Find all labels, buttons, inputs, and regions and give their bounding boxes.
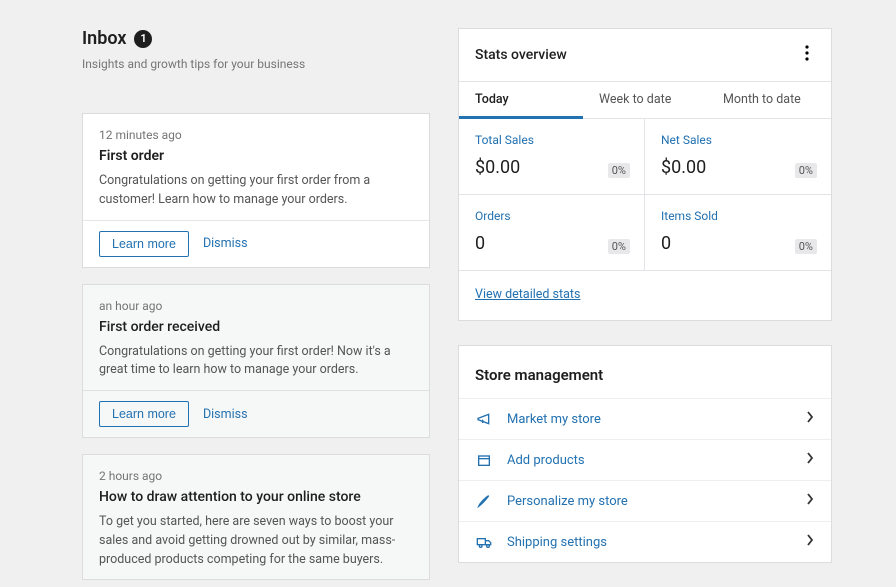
stat-value: $0.00 [475,157,628,178]
stat-delta: 0% [608,239,630,254]
inbox-badge: 1 [134,30,152,48]
inbox-title: Inbox 1 [82,28,152,49]
inbox-card-title: How to draw attention to your online sto… [99,489,413,505]
inbox-list: 12 minutes ago First order Congratulatio… [82,113,430,580]
inbox-card-time: 12 minutes ago [99,128,413,142]
stat-total-sales[interactable]: Total Sales $0.00 0% [459,119,645,195]
dismiss-link[interactable]: Dismiss [203,236,248,251]
stat-label: Net Sales [661,133,815,147]
mgmt-item-label: Shipping settings [507,535,791,550]
inbox-card-body: Congratulations on getting your first or… [99,343,413,381]
box-icon [475,452,493,468]
tab-today[interactable]: Today [459,82,583,118]
learn-more-button[interactable]: Learn more [99,231,189,257]
inbox-card: an hour ago First order received Congrat… [82,284,430,439]
inbox-card-title: First order [99,148,413,164]
stats-tabs: Today Week to date Month to date [459,82,831,119]
inbox-card: 12 minutes ago First order Congratulatio… [82,113,430,268]
tab-week[interactable]: Week to date [583,82,707,118]
mgmt-item-label: Personalize my store [507,494,791,509]
view-detailed-stats-link[interactable]: View detailed stats [475,287,580,302]
stat-delta: 0% [795,163,817,178]
stats-panel: Stats overview Today Week to date Month … [458,28,832,321]
stats-grid: Total Sales $0.00 0% Net Sales $0.00 0% … [459,119,831,271]
stat-value: 0 [475,233,628,254]
store-management-list: Market my store Add products [459,398,831,562]
dismiss-link[interactable]: Dismiss [203,407,248,422]
stat-value: 0 [661,233,815,254]
stat-label: Orders [475,209,628,223]
mgmt-item-add-products[interactable]: Add products [459,439,831,480]
stat-delta: 0% [608,163,630,178]
learn-more-button[interactable]: Learn more [99,401,189,427]
inbox-card-body: Congratulations on getting your first or… [99,172,413,210]
inbox-card: 2 hours ago How to draw attention to you… [82,454,430,580]
mgmt-item-label: Add products [507,453,791,468]
inbox-title-text: Inbox [82,28,126,49]
stat-label: Items Sold [661,209,815,223]
inbox-card-body: To get you started, here are seven ways … [99,513,413,569]
inbox-column: Inbox 1 Insights and growth tips for you… [82,28,430,587]
mgmt-item-shipping[interactable]: Shipping settings [459,521,831,562]
kebab-menu-icon[interactable] [799,43,815,67]
stat-net-sales[interactable]: Net Sales $0.00 0% [645,119,831,195]
stat-label: Total Sales [475,133,628,147]
stat-value: $0.00 [661,157,815,178]
chevron-right-icon [805,411,815,427]
mgmt-item-market[interactable]: Market my store [459,398,831,439]
stat-items-sold[interactable]: Items Sold 0 0% [645,195,831,271]
inbox-card-time: 2 hours ago [99,469,413,483]
inbox-header: Inbox 1 Insights and growth tips for you… [82,28,430,71]
stat-delta: 0% [795,239,817,254]
inbox-subtitle: Insights and growth tips for your busine… [82,57,430,71]
chevron-right-icon [805,493,815,509]
chevron-right-icon [805,452,815,468]
stat-orders[interactable]: Orders 0 0% [459,195,645,271]
stats-title: Stats overview [475,47,567,63]
brush-icon [475,493,493,509]
mgmt-item-label: Market my store [507,412,791,427]
megaphone-icon [475,411,493,427]
inbox-card-time: an hour ago [99,299,413,313]
inbox-card-title: First order received [99,319,413,335]
store-management-panel: Store management Market my store Add pr [458,345,832,563]
store-management-title: Store management [459,346,831,398]
mgmt-item-personalize[interactable]: Personalize my store [459,480,831,521]
right-column: Stats overview Today Week to date Month … [458,28,832,587]
tab-month[interactable]: Month to date [707,82,831,118]
